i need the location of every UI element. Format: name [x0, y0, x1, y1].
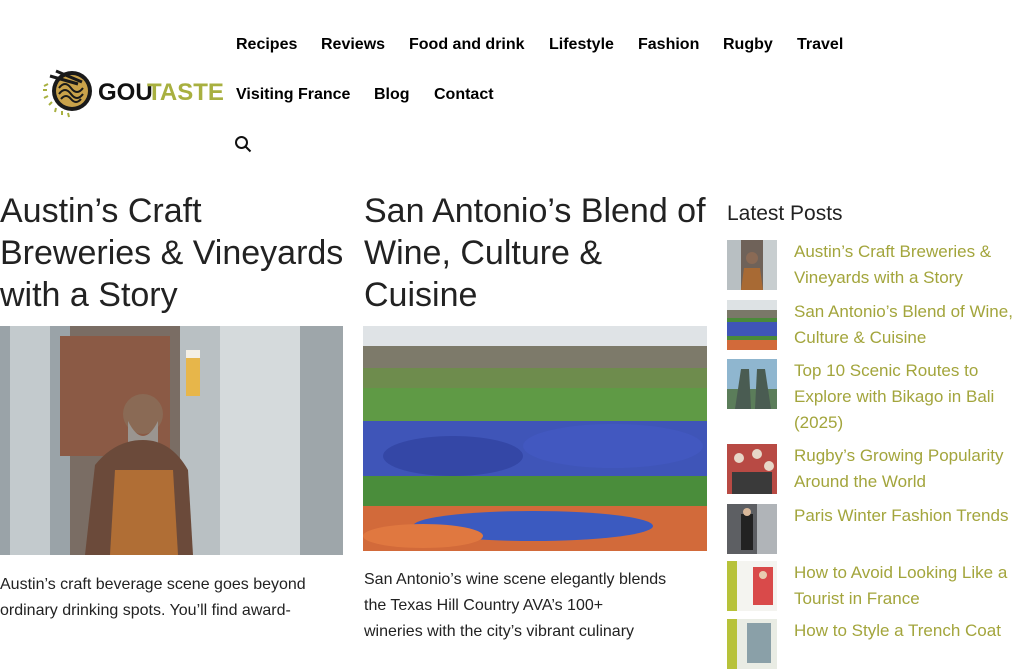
noodle-bowl-icon	[43, 69, 92, 118]
excerpt-line: San Antonio’s wine scene elegantly blend…	[364, 571, 667, 588]
search-icon[interactable]	[234, 135, 252, 153]
latest-post-link[interactable]: How to Avoid Looking Like a Tourist in F…	[794, 560, 1024, 612]
link-line: Paris Winter Fashion Trends	[794, 506, 1009, 525]
post-title-line: Austin’s Craft	[0, 192, 202, 230]
link-line: (2025)	[794, 413, 844, 432]
excerpt-line: wineries with the city’s vibrant culinar…	[364, 623, 635, 640]
excerpt-line: the Texas Hill Country AVA’s 100+	[364, 597, 604, 614]
latest-post-link[interactable]: Paris Winter Fashion Trends	[794, 503, 1024, 529]
nav-food-and-drink[interactable]: Food and drink	[409, 35, 525, 55]
post-image-vineyard[interactable]	[363, 326, 707, 551]
link-line: Explore with Bikago in Bali	[794, 387, 995, 406]
nav-recipes[interactable]: Recipes	[236, 35, 297, 55]
post-title-line: Cuisine	[364, 276, 478, 314]
post-title-line: San Antonio’s Blend of	[364, 192, 706, 230]
nav-fashion[interactable]: Fashion	[638, 35, 699, 55]
nav-lifestyle[interactable]: Lifestyle	[549, 35, 614, 55]
excerpt-line: ordinary drinking spots. You’ll find awa…	[0, 602, 291, 619]
latest-post-thumbnail[interactable]	[727, 444, 777, 494]
link-line: San Antonio’s Blend of Wine,	[794, 302, 1013, 321]
post-image-brewery[interactable]	[0, 326, 343, 555]
post-excerpt-san-antonio: San Antonio’s wine scene elegantly blend…	[364, 567, 709, 645]
latest-post-thumbnail[interactable]	[727, 504, 777, 554]
link-line: Top 10 Scenic Routes to	[794, 361, 979, 380]
post-title-san-antonio[interactable]: San Antonio’s Blend of Wine, Culture & C…	[364, 190, 724, 316]
latest-post-thumbnail[interactable]	[727, 300, 777, 350]
link-line: Culture & Cuisine	[794, 328, 927, 347]
logo-text-accent: TASTE	[147, 79, 224, 106]
nav-rugby[interactable]: Rugby	[723, 35, 773, 55]
nav-contact[interactable]: Contact	[434, 85, 494, 105]
link-line: Austin’s Craft Breweries &	[794, 242, 992, 261]
latest-post-link[interactable]: Rugby’s Growing Popularity Around the Wo…	[794, 443, 1024, 495]
link-line: Around the World	[794, 472, 926, 491]
post-title-line: Breweries & Vineyards	[0, 234, 344, 272]
latest-post-thumbnail[interactable]	[727, 619, 777, 669]
logo-text-dark: GOU	[98, 79, 153, 106]
post-title-line: Wine, Culture &	[364, 234, 603, 272]
post-excerpt-austin: Austin’s craft beverage scene goes beyon…	[0, 572, 345, 624]
nav-reviews[interactable]: Reviews	[321, 35, 385, 55]
link-line: How to Style a Trench Coat	[794, 621, 1001, 640]
nav-blog[interactable]: Blog	[374, 85, 410, 105]
nav-visiting-france[interactable]: Visiting France	[236, 85, 350, 105]
link-line: How to Avoid Looking Like a	[794, 563, 1008, 582]
site-logo[interactable]: GOU TASTE	[42, 68, 224, 122]
link-line: Tourist in France	[794, 589, 920, 608]
latest-post-thumbnail[interactable]	[727, 561, 777, 611]
post-title-austin[interactable]: Austin’s Craft Breweries & Vineyards wit…	[0, 190, 360, 316]
link-line: Vineyards with a Story	[794, 268, 963, 287]
latest-post-link[interactable]: How to Style a Trench Coat	[794, 618, 1024, 644]
latest-post-link[interactable]: San Antonio’s Blend of Wine, Culture & C…	[794, 299, 1024, 351]
nav-travel[interactable]: Travel	[797, 35, 843, 55]
logo-mark: GOU TASTE	[43, 69, 224, 118]
latest-posts-heading: Latest Posts	[727, 202, 843, 225]
latest-post-link[interactable]: Austin’s Craft Breweries & Vineyards wit…	[794, 239, 1024, 291]
latest-post-thumbnail[interactable]	[727, 359, 777, 409]
latest-post-link[interactable]: Top 10 Scenic Routes to Explore with Bik…	[794, 358, 1024, 436]
link-line: Rugby’s Growing Popularity	[794, 446, 1004, 465]
post-title-line: with a Story	[0, 276, 178, 314]
excerpt-line: Austin’s craft beverage scene goes beyon…	[0, 576, 306, 593]
latest-post-thumbnail[interactable]	[727, 240, 777, 290]
